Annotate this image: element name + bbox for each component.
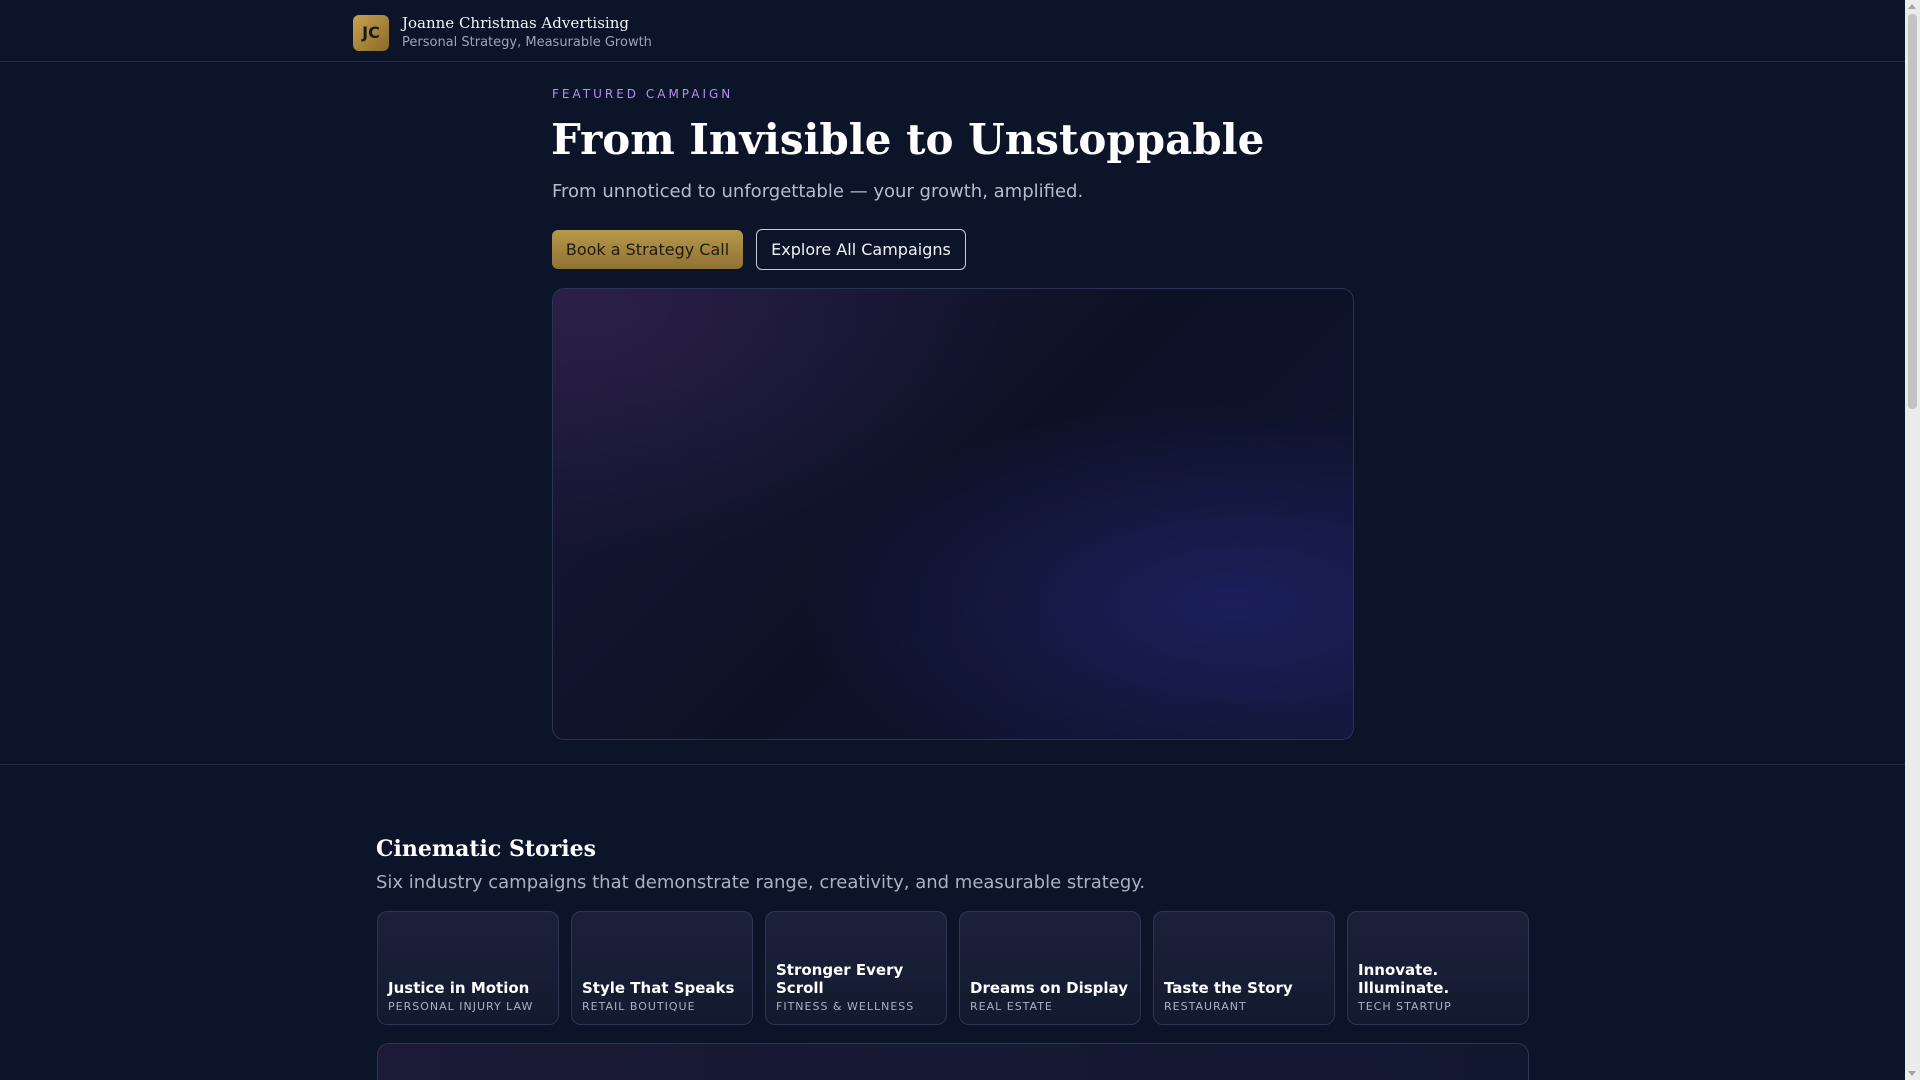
campaign-video-player[interactable] <box>377 1043 1529 1080</box>
explore-campaigns-button[interactable]: Explore All Campaigns <box>756 229 966 270</box>
card-title: Style That Speaks <box>582 979 735 997</box>
card-category: RETAIL BOUTIQUE <box>582 1000 696 1013</box>
card-category: FITNESS & WELLNESS <box>776 1000 915 1013</box>
hero-title: From Invisible to Unstoppable <box>551 115 1265 164</box>
campaign-card-restaurant[interactable]: Taste the Story RESTAURANT <box>1153 911 1335 1025</box>
card-content: Taste the Story RESTAURANT <box>1164 979 1326 1014</box>
card-content: Dreams on Display REAL ESTATE <box>970 979 1132 1014</box>
card-category: TECH STARTUP <box>1358 1000 1452 1013</box>
card-title: Taste the Story <box>1164 979 1293 997</box>
campaign-card-real-estate[interactable]: Dreams on Display REAL ESTATE <box>959 911 1141 1025</box>
campaign-card-tech[interactable]: Innovate. Illuminate. TECH STARTUP <box>1347 911 1529 1025</box>
page-scrollbar[interactable] <box>1905 0 1920 1080</box>
brand-name[interactable]: Joanne Christmas Advertising <box>402 13 652 33</box>
hero-section: FEATURED CAMPAIGN From Invisible to Unst… <box>0 63 1905 765</box>
card-title: Dreams on Display <box>970 979 1128 997</box>
card-title: Justice in Motion <box>388 979 530 997</box>
featured-video-player[interactable] <box>552 288 1354 740</box>
hero-subtitle: From unnoticed to unforgettable — your g… <box>552 181 1084 202</box>
card-category: PERSONAL INJURY LAW <box>388 1000 534 1013</box>
stories-title: Cinematic Stories <box>376 836 597 862</box>
card-title: Stronger Every Scroll <box>776 961 904 997</box>
campaign-card-personal-injury[interactable]: Justice in Motion PERSONAL INJURY LAW <box>377 911 559 1025</box>
book-strategy-call-button[interactable]: Book a Strategy Call <box>552 230 743 269</box>
card-content: Style That Speaks RETAIL BOUTIQUE <box>582 979 744 1014</box>
card-content: Innovate. Illuminate. TECH STARTUP <box>1358 961 1520 1014</box>
stories-subtitle: Six industry campaigns that demonstrate … <box>376 872 1146 893</box>
brand[interactable]: JC Joanne Christmas Advertising Personal… <box>353 13 652 52</box>
card-title: Innovate. Illuminate. <box>1358 961 1450 997</box>
card-content: Justice in Motion PERSONAL INJURY LAW <box>388 979 550 1014</box>
hero-eyebrow: FEATURED CAMPAIGN <box>552 87 734 101</box>
brand-text: Joanne Christmas Advertising Personal St… <box>402 13 652 52</box>
card-category: REAL ESTATE <box>970 1000 1053 1013</box>
top-bar: JC Joanne Christmas Advertising Personal… <box>0 0 1905 62</box>
scroll-down-icon[interactable] <box>1908 1071 1916 1076</box>
scroll-thumb[interactable] <box>1908 14 1917 409</box>
card-content: Stronger Every Scroll FITNESS & WELLNESS <box>776 961 938 1014</box>
scroll-up-icon[interactable] <box>1908 4 1916 9</box>
campaign-card-retail[interactable]: Style That Speaks RETAIL BOUTIQUE <box>571 911 753 1025</box>
campaign-cards: Justice in Motion PERSONAL INJURY LAW St… <box>377 911 1529 1025</box>
brand-logo[interactable]: JC <box>353 14 389 51</box>
campaign-card-fitness[interactable]: Stronger Every Scroll FITNESS & WELLNESS <box>765 911 947 1025</box>
brand-tagline: Personal Strategy, Measurable Growth <box>402 35 652 50</box>
card-category: RESTAURANT <box>1164 1000 1247 1013</box>
